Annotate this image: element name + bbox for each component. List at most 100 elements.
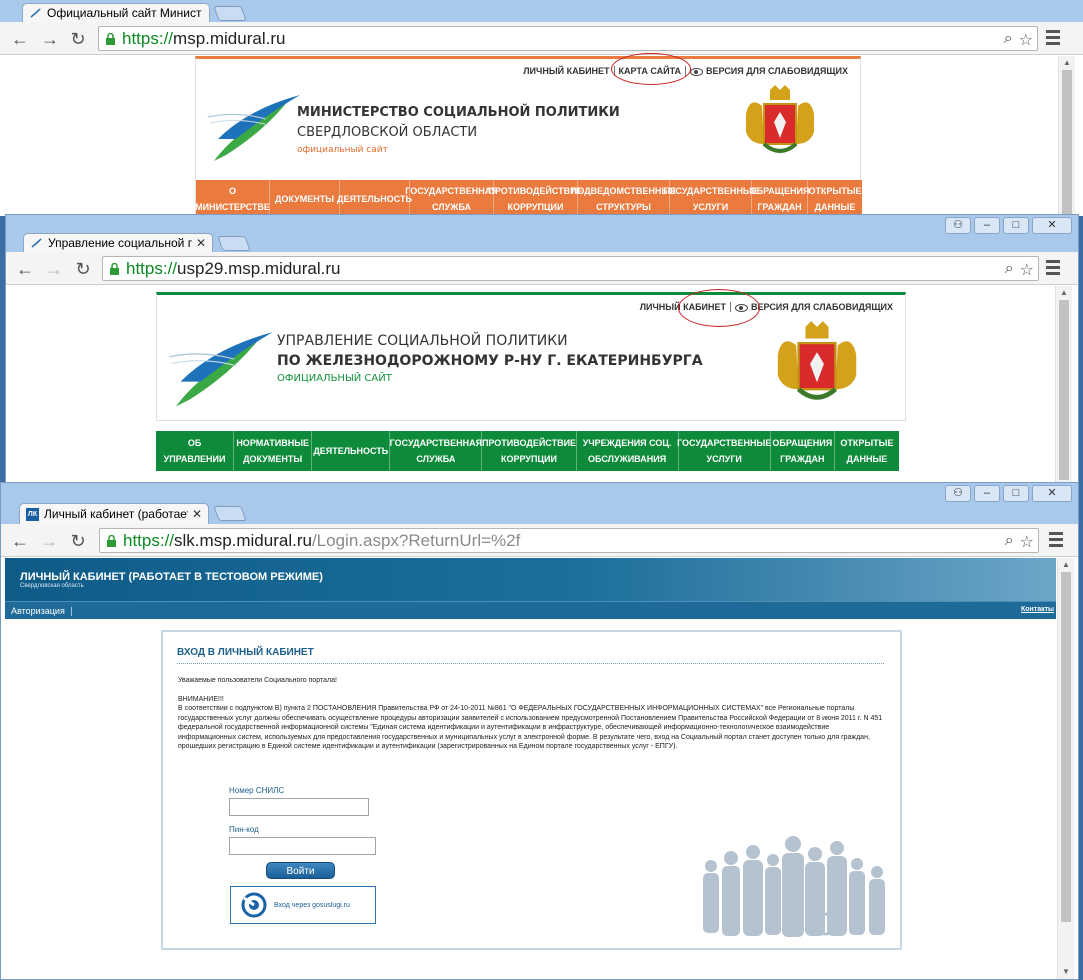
back-arrow-icon[interactable]: ← bbox=[15, 259, 35, 279]
ministry-name: МИНИСТЕРСТВО СОЦИАЛЬНОЙ ПОЛИТИКИ bbox=[297, 105, 620, 120]
sverdlovsk-coat-of-arms-icon bbox=[746, 85, 814, 153]
forward-arrow-icon[interactable]: → bbox=[39, 531, 59, 551]
minimize-button[interactable]: – bbox=[974, 217, 1000, 234]
nav-item[interactable]: ПРОТИВОДЕЙСТВИЕ КОРРУПЦИИ bbox=[482, 431, 577, 471]
vertical-scrollbar[interactable]: ▲ ▼ bbox=[1057, 558, 1074, 979]
reload-icon[interactable]: ↻ bbox=[68, 29, 88, 49]
ministry-site: ЛИЧНЫЙ КАБИНЕТ КАРТА САЙТА ВЕРСИЯ ДЛЯ СЛ… bbox=[195, 53, 862, 216]
highlight-circle bbox=[678, 289, 760, 327]
nav-item[interactable]: ОТКРЫТЫЕ ДАННЫЕ bbox=[808, 180, 862, 216]
address-bar[interactable]: https://msp.midural.ru ⌕ ☆ bbox=[98, 26, 1038, 51]
url-host: slk.msp.midural.ru bbox=[174, 530, 312, 550]
bookmark-star-icon[interactable]: ☆ bbox=[1019, 30, 1033, 50]
lock-icon bbox=[106, 32, 115, 45]
nav-item[interactable]: ГОСУДАРСТВЕННЫЕ УСЛУГИ bbox=[677, 431, 771, 471]
nav-item[interactable]: УЧРЕЖДЕНИЯ СОЦ. ОБСЛУЖИВАНИЯ bbox=[577, 431, 679, 471]
nav-item[interactable]: ОБРАЩЕНИЯ ГРАЖДАН bbox=[771, 431, 835, 471]
user-icon[interactable]: ⚇ bbox=[945, 217, 971, 234]
maximize-button[interactable]: □ bbox=[1003, 485, 1029, 502]
back-arrow-icon[interactable]: ← bbox=[10, 531, 30, 551]
gosuslugi-logo-icon bbox=[241, 892, 267, 918]
snils-label: Номер СНИЛС bbox=[229, 786, 285, 795]
url-scheme: https:// bbox=[122, 28, 174, 48]
nav-item[interactable]: ГОСУДАРСТВЕННАЯ СЛУЖБА bbox=[405, 180, 498, 216]
page-content: ▲ ЛИЧНЫЙ КАБИНЕТ КАРТА САЙТА ВЕРСИЯ ДЛЯ … bbox=[0, 53, 1083, 216]
bird-logo-icon bbox=[169, 332, 273, 407]
nav-item[interactable]: ДЕЯТЕЛЬНОСТЬ bbox=[337, 180, 412, 216]
minimize-button[interactable]: – bbox=[974, 485, 1000, 502]
nav-item[interactable]: ГОСУДАРСТВЕННЫЕ УСЛУГИ bbox=[663, 180, 758, 216]
tab-lk[interactable]: ЛК Личный кабинет (работает ✕ bbox=[19, 503, 209, 524]
window-controls: ⚇ – □ ✕ bbox=[945, 485, 1072, 502]
url-host: msp.midural.ru bbox=[173, 28, 286, 48]
personal-cabinet-link[interactable]: ЛИЧНЫЙ КАБИНЕТ bbox=[519, 66, 615, 76]
close-tab-icon[interactable]: ✕ bbox=[196, 236, 206, 250]
bookmark-star-icon[interactable]: ☆ bbox=[1020, 532, 1034, 552]
zoom-icon[interactable]: ⌕ bbox=[1005, 260, 1014, 280]
chrome-menu-icon[interactable] bbox=[1046, 260, 1060, 278]
pin-input[interactable] bbox=[229, 837, 376, 855]
zoom-icon[interactable]: ⌕ bbox=[1004, 30, 1013, 50]
org-district: ПО ЖЕЛЕЗНОДОРОЖНОМУ Р-НУ Г. ЕКАТЕРИНБУРГ… bbox=[277, 353, 703, 369]
tab-title: Личный кабинет (работает bbox=[44, 507, 188, 521]
browser-window-usp29: ⚇ – □ ✕ Управление социальной по ✕ ← → ↻… bbox=[5, 214, 1079, 486]
address-bar[interactable]: https://slk.msp.midural.ru/Login.aspx?Re… bbox=[99, 528, 1039, 553]
address-bar[interactable]: https://usp29.msp.midural.ru ⌕ ☆ bbox=[102, 256, 1039, 281]
title-divider bbox=[177, 663, 884, 664]
forward-arrow-icon[interactable]: → bbox=[44, 259, 64, 279]
auth-link[interactable]: Авторизация bbox=[11, 606, 72, 616]
nav-item[interactable]: ПОДВЕДОМСТВЕННЫЕ СТРУКТУРЫ bbox=[571, 180, 676, 216]
forward-arrow-icon[interactable]: → bbox=[40, 29, 60, 49]
nav-item[interactable]: ДОКУМЕНТЫ bbox=[270, 180, 340, 216]
nav-item[interactable]: ПРОТИВОДЕЙСТВИЕ КОРРУПЦИИ bbox=[488, 180, 583, 216]
org-official: ОФИЦИАЛЬНЫЙ САЙТ bbox=[277, 373, 392, 384]
pin-label: Пин-код bbox=[229, 825, 259, 834]
lk-subnav: Авторизация Контакты bbox=[5, 601, 1056, 619]
reload-icon[interactable]: ↻ bbox=[68, 531, 88, 551]
eye-icon bbox=[690, 67, 704, 76]
close-tab-icon[interactable]: ✕ bbox=[192, 507, 202, 521]
close-button[interactable]: ✕ bbox=[1032, 217, 1072, 234]
nav-item[interactable]: ДЕЯТЕЛЬНОСТЬ bbox=[312, 431, 391, 471]
contacts-link[interactable]: Контакты bbox=[1021, 606, 1054, 613]
user-icon[interactable]: ⚇ bbox=[945, 485, 971, 502]
close-button[interactable]: ✕ bbox=[1032, 485, 1072, 502]
bird-logo-icon bbox=[207, 95, 300, 161]
login-button[interactable]: Войти bbox=[266, 862, 335, 879]
browser-window-lk: ⚇ – □ ✕ ЛК Личный кабинет (работает ✕ ← … bbox=[0, 482, 1079, 980]
tab-strip: ⚇ – □ ✕ ЛК Личный кабинет (работает ✕ bbox=[1, 483, 1078, 524]
vertical-scrollbar[interactable]: ▲ bbox=[1055, 286, 1072, 485]
maximize-button[interactable]: □ bbox=[1003, 217, 1029, 234]
nav-item[interactable]: ОТКРЫТЫЕ ДАННЫЕ bbox=[835, 431, 899, 471]
back-arrow-icon[interactable]: ← bbox=[10, 29, 30, 49]
greeting-text: Уважаемые пользователи Социального порта… bbox=[178, 677, 337, 684]
bird-favicon-icon bbox=[30, 7, 41, 18]
ministry-region: СВЕРДЛОВСКОЙ ОБЛАСТИ bbox=[297, 125, 478, 140]
lock-icon bbox=[110, 262, 119, 275]
notice-text: В соответствии с подпунктом В) пункта 2 … bbox=[178, 705, 883, 750]
chrome-menu-icon[interactable] bbox=[1046, 30, 1060, 48]
zoom-icon[interactable]: ⌕ bbox=[1005, 532, 1014, 552]
tab-strip: ⚇ – □ ✕ Управление социальной по ✕ bbox=[6, 215, 1078, 252]
chrome-menu-icon[interactable] bbox=[1049, 532, 1063, 550]
login-title: ВХОД В ЛИЧНЫЙ КАБИНЕТ bbox=[177, 647, 314, 658]
tab-usp29[interactable]: Управление социальной по ✕ bbox=[23, 233, 213, 252]
vertical-scrollbar[interactable]: ▲ bbox=[1058, 56, 1075, 216]
new-tab-button[interactable] bbox=[213, 506, 247, 521]
reload-icon[interactable]: ↻ bbox=[73, 259, 93, 279]
new-tab-button[interactable] bbox=[217, 236, 251, 251]
low-vision-link[interactable]: ВЕРСИЯ ДЛЯ СЛАБОВИДЯЩИХ bbox=[686, 66, 852, 76]
nav-item[interactable]: ГОСУДАРСТВЕННАЯ СЛУЖБА bbox=[390, 431, 483, 471]
new-tab-button[interactable] bbox=[213, 6, 247, 21]
main-nav: ОБ УПРАВЛЕНИИ НОРМАТИВНЫЕ ДОКУМЕНТЫ ДЕЯТЕ… bbox=[156, 431, 899, 471]
nav-item[interactable]: ОБ УПРАВЛЕНИИ bbox=[156, 431, 235, 471]
nav-item[interactable]: ОБРАЩЕНИЯ ГРАЖДАН bbox=[750, 180, 809, 216]
nav-item[interactable]: О МИНИСТЕРСТВЕ bbox=[195, 180, 270, 216]
nav-item[interactable]: НОРМАТИВНЫЕ ДОКУМЕНТЫ bbox=[234, 431, 313, 471]
bookmark-star-icon[interactable]: ☆ bbox=[1020, 260, 1034, 280]
lk-title: ЛИЧНЫЙ КАБИНЕТ (РАБОТАЕТ В ТЕСТОВОМ РЕЖИ… bbox=[20, 571, 323, 583]
lk-region: Свердловская область bbox=[20, 583, 84, 589]
snils-input[interactable] bbox=[229, 798, 369, 816]
tab-ministry[interactable]: Официальный сайт Минист bbox=[22, 3, 210, 22]
gosuslugi-login-button[interactable]: Вход через gosuslugi.ru bbox=[230, 886, 376, 924]
